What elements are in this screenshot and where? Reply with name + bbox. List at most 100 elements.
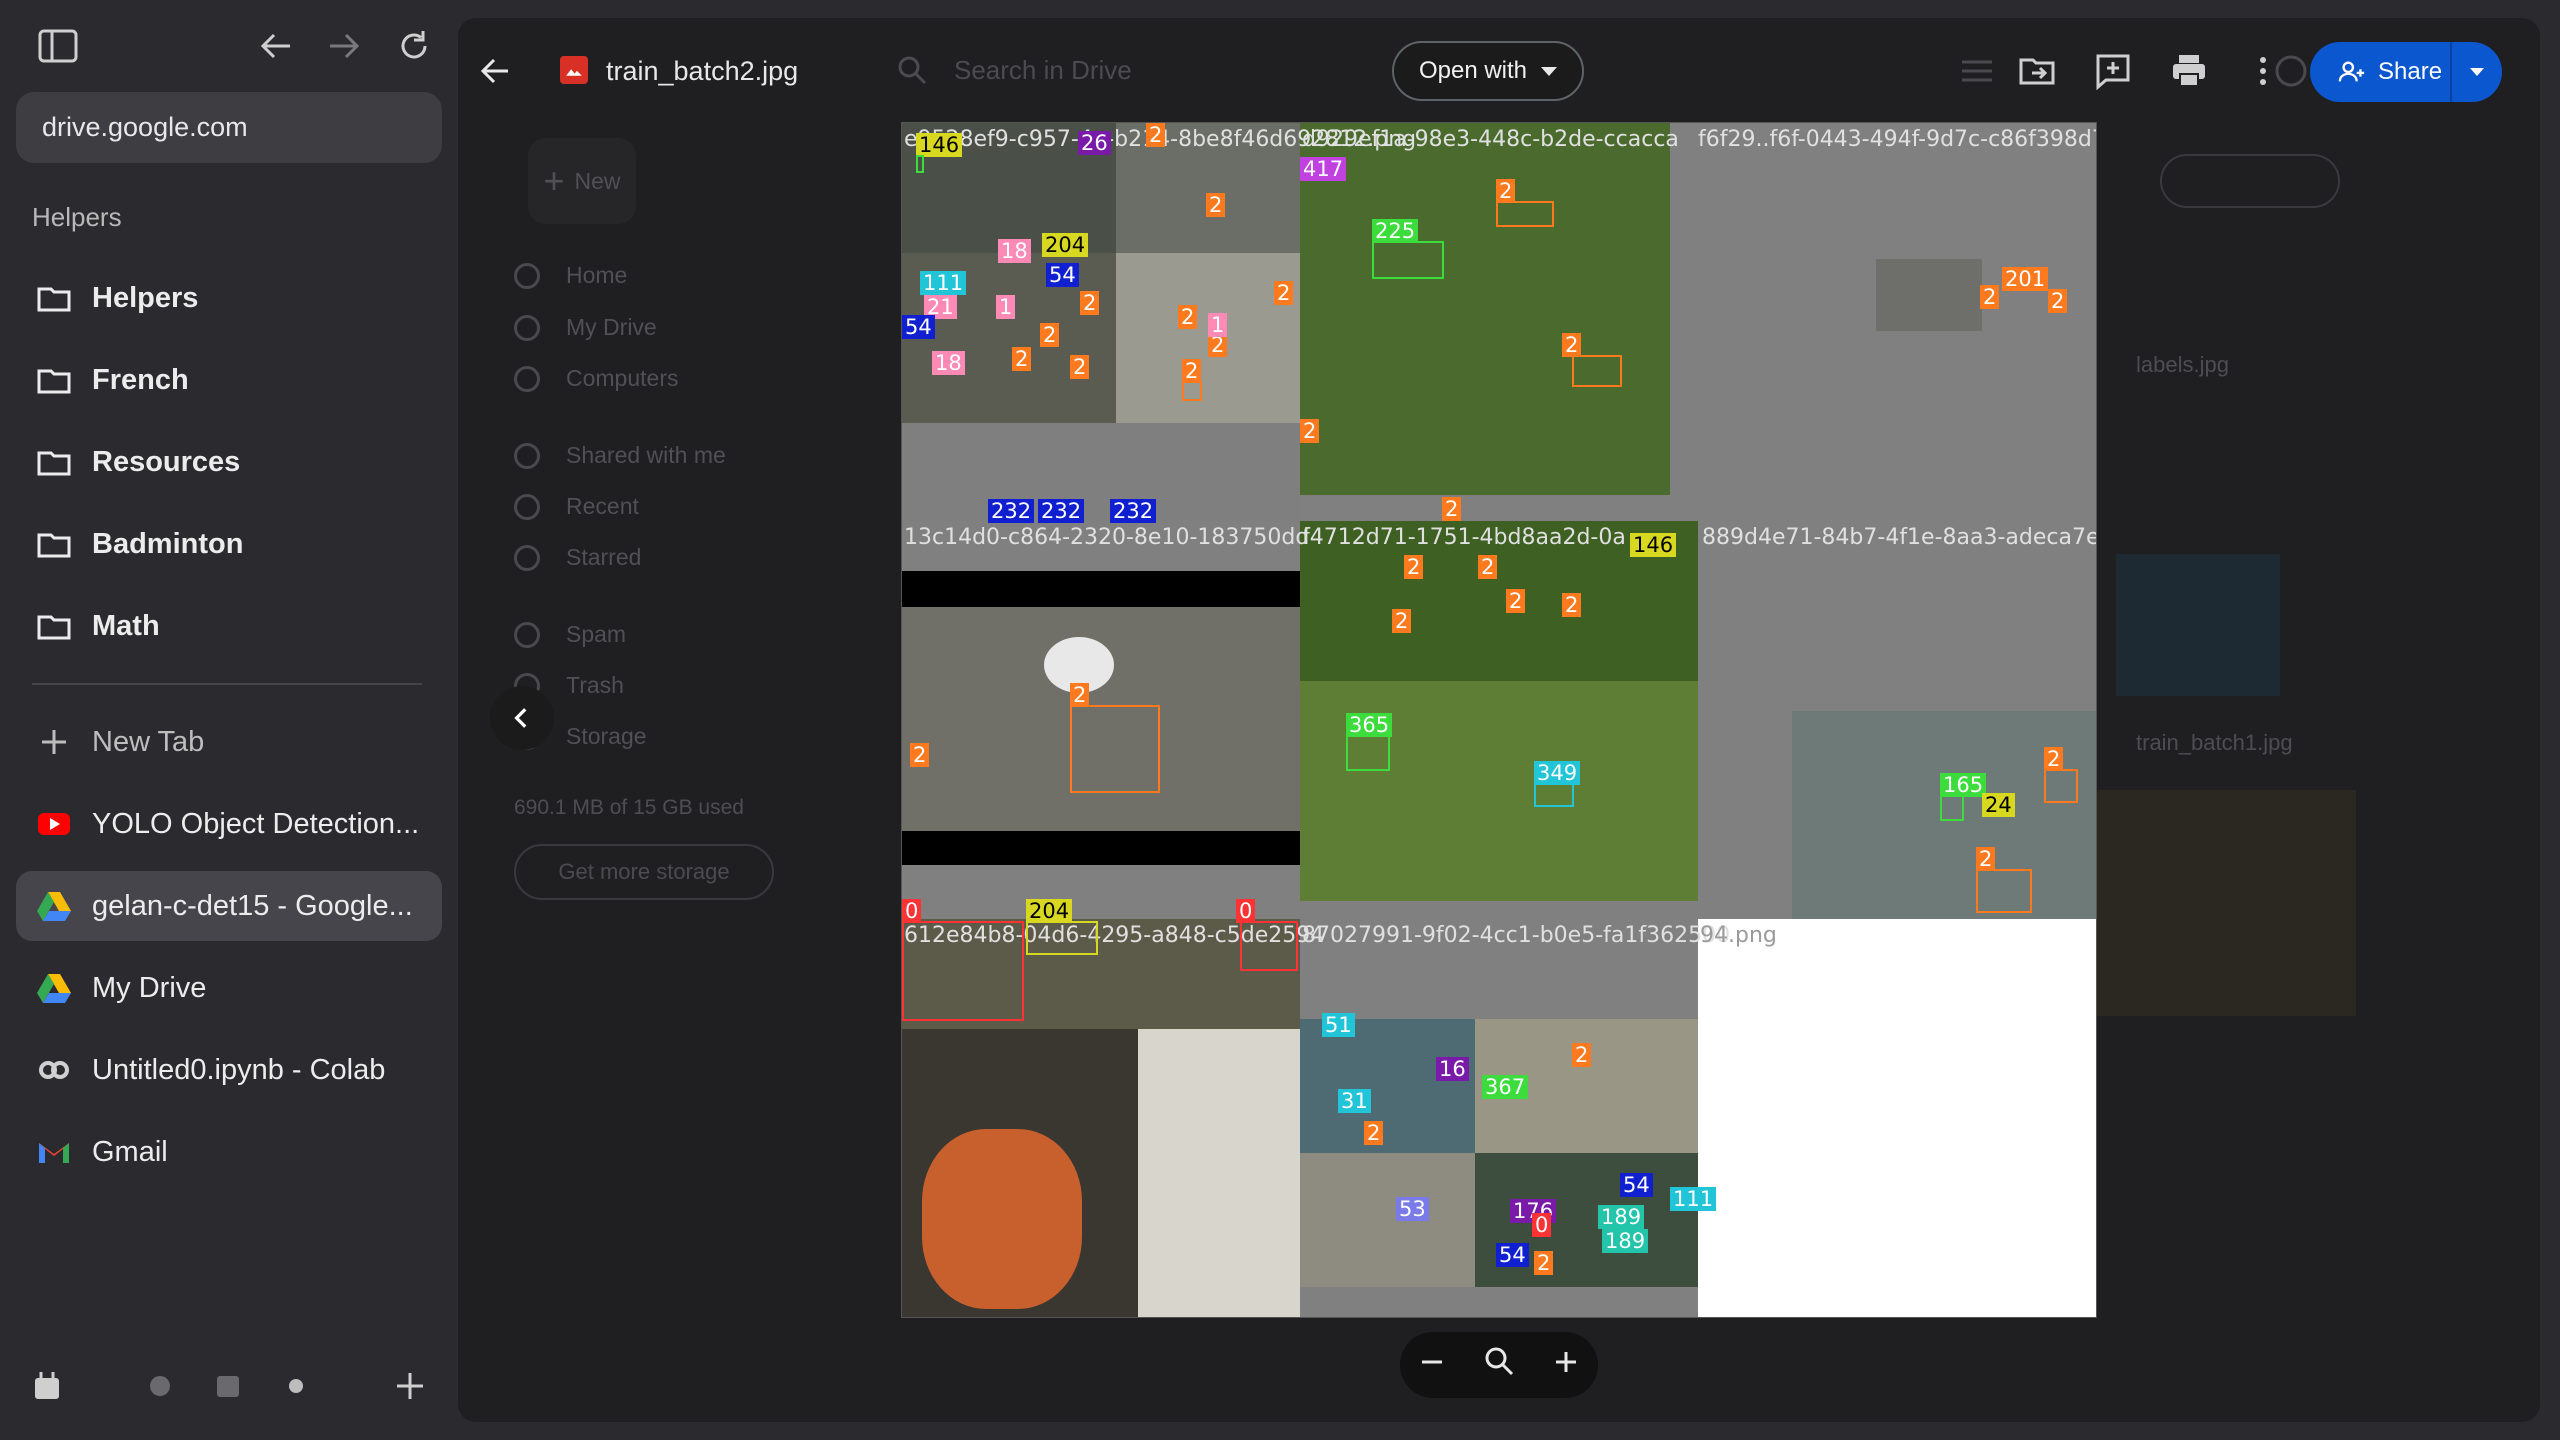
search-icon — [898, 56, 927, 85]
tile-filename: 94.png — [1700, 923, 1777, 948]
close-viewer-back-icon[interactable] — [478, 54, 512, 88]
zoom-in-icon[interactable] — [1552, 1346, 1580, 1385]
sidebar-bottom-bar — [0, 1360, 458, 1420]
detection-label: 189 — [1602, 1229, 1649, 1253]
folder-icon — [36, 608, 72, 644]
storage-used-text: 690.1 MB of 15 GB used — [514, 796, 744, 819]
add-space-icon[interactable] — [394, 1370, 426, 1402]
plus-icon: + — [543, 160, 565, 201]
detection-label: 232 — [1038, 499, 1085, 523]
detection-label: 2 — [1178, 305, 1198, 329]
detection-label: 54 — [902, 315, 935, 339]
photo-tile — [902, 571, 1300, 607]
chevron-down-icon — [1541, 66, 1558, 76]
nav-shared[interactable]: Shared with me — [514, 442, 726, 469]
zoom-out-icon[interactable] — [1418, 1346, 1446, 1385]
nav-spam[interactable]: Spam — [514, 621, 626, 648]
new-button[interactable]: + New — [528, 138, 636, 224]
get-storage-button[interactable]: Get more storage — [514, 844, 774, 900]
calendar-icon[interactable] — [214, 1372, 242, 1400]
back-icon[interactable] — [258, 28, 294, 64]
forward-icon[interactable] — [326, 28, 362, 64]
nav-label: Trash — [566, 672, 624, 698]
detection-box — [1572, 355, 1622, 387]
tile-filename: 889d4e71-84b7-4f1e-8aa3-adeca7ea — [1702, 525, 2097, 550]
nav-recent[interactable]: Recent — [514, 493, 639, 520]
tab-my-drive[interactable]: My Drive — [16, 953, 442, 1023]
detection-label: 232 — [988, 499, 1035, 523]
tab-label: Untitled0.ipynb - Colab — [92, 1053, 386, 1086]
viewer-header: train_batch2.jpg Search in Drive Open wi… — [458, 18, 2540, 124]
url-bar[interactable]: drive.google.com — [16, 92, 442, 163]
detection-label: 18 — [998, 239, 1031, 263]
reload-icon[interactable] — [396, 28, 432, 64]
share-button[interactable]: Share — [2310, 42, 2502, 102]
detection-label: 225 — [1372, 219, 1419, 243]
tab-colab[interactable]: Untitled0.ipynb - Colab — [16, 1035, 442, 1105]
nav-computers[interactable]: Computers — [514, 365, 678, 392]
file-card-labels[interactable]: labels.jpg — [2094, 318, 2324, 696]
get-storage-label: Get more storage — [558, 859, 730, 884]
sidebar-folder-helpers[interactable]: Helpers — [16, 263, 442, 333]
tab-youtube[interactable]: YOLO Object Detection... — [16, 789, 442, 859]
sidebar-folder-badminton[interactable]: Badminton — [16, 509, 442, 579]
detection-label: 51 — [1322, 1013, 1355, 1037]
detection-label: 18 — [932, 351, 965, 375]
nav-label: Computers — [566, 365, 679, 391]
sidebar-divider — [32, 683, 422, 685]
file-title: train_batch2.jpg — [606, 56, 799, 86]
new-tab-button[interactable]: New Tab — [16, 707, 442, 777]
image-tile — [1698, 123, 2096, 521]
nav-label: Starred — [566, 544, 642, 570]
youtube-icon — [36, 806, 72, 842]
downloads-icon[interactable] — [32, 1368, 62, 1402]
space-icon[interactable] — [146, 1372, 174, 1400]
nav-home[interactable]: Home — [514, 262, 627, 289]
sidebar-toggle-icon[interactable] — [38, 28, 78, 64]
tab-drive-active[interactable]: gelan-c-det15 - Google... — [16, 871, 442, 941]
pipe-blob — [1138, 1029, 1300, 1317]
tab-label: gelan-c-det15 - Google... — [92, 889, 413, 922]
detection-label: 2 — [1070, 355, 1090, 379]
detection-label: 2 — [1080, 291, 1100, 315]
add-comment-icon[interactable] — [2094, 52, 2132, 91]
starfish-blob — [922, 1129, 1082, 1309]
tile-filename: f6f29..f6f-0443-494f-9d7c-c86f398d7e — [1698, 127, 2096, 152]
gmail-icon — [36, 1134, 72, 1170]
detection-label: 2 — [1442, 497, 1462, 521]
detection-label: 2 — [1976, 847, 1996, 871]
sidebar-folder-french[interactable]: French — [16, 345, 442, 415]
detection-label: 1 — [1208, 313, 1228, 337]
tab-gmail[interactable]: Gmail — [16, 1117, 442, 1187]
nav-label: Spam — [566, 621, 627, 647]
search-placeholder: Search in Drive — [954, 54, 1132, 85]
previous-file-button[interactable] — [490, 686, 554, 750]
detection-label: 2 — [1206, 193, 1226, 217]
detection-label: 2 — [1392, 609, 1412, 633]
detection-label: 0 — [1532, 1213, 1552, 1237]
file-name: labels.jpg — [2136, 352, 2229, 377]
detection-label: 54 — [1620, 1173, 1653, 1197]
dot-icon[interactable] — [288, 1378, 304, 1394]
print-icon[interactable] — [2170, 52, 2208, 90]
move-to-folder-icon[interactable] — [2018, 52, 2056, 90]
zoom-reset-icon[interactable] — [1483, 1345, 1515, 1386]
nav-my-drive[interactable]: My Drive — [514, 314, 657, 341]
detection-label: 2 — [2048, 289, 2068, 313]
tab-label: YOLO Object Detection... — [92, 807, 420, 840]
list-view-toggle[interactable] — [2160, 154, 2340, 208]
detection-label: 2 — [1562, 593, 1582, 617]
nav-starred[interactable]: Starred — [514, 544, 641, 571]
photo-tile — [902, 831, 1300, 865]
chevron-left-icon — [514, 708, 527, 728]
share-options-chevron-icon[interactable] — [2452, 68, 2502, 76]
detection-label: 54 — [1496, 1243, 1529, 1267]
sidebar-folder-resources[interactable]: Resources — [16, 427, 442, 497]
share-main[interactable]: Share — [2310, 42, 2452, 102]
open-with-button[interactable]: Open with — [1392, 41, 1584, 101]
help-icon — [2272, 52, 2310, 90]
sidebar-folder-math[interactable]: Math — [16, 591, 442, 661]
detection-label: 2 — [1146, 123, 1166, 147]
tile-filename: 87027991-9f02-4cc1-b0e5-fa1f362500 — [1302, 923, 1731, 948]
file-card-train-batch1[interactable]: train_batch1.jpg — [2086, 708, 2364, 1016]
